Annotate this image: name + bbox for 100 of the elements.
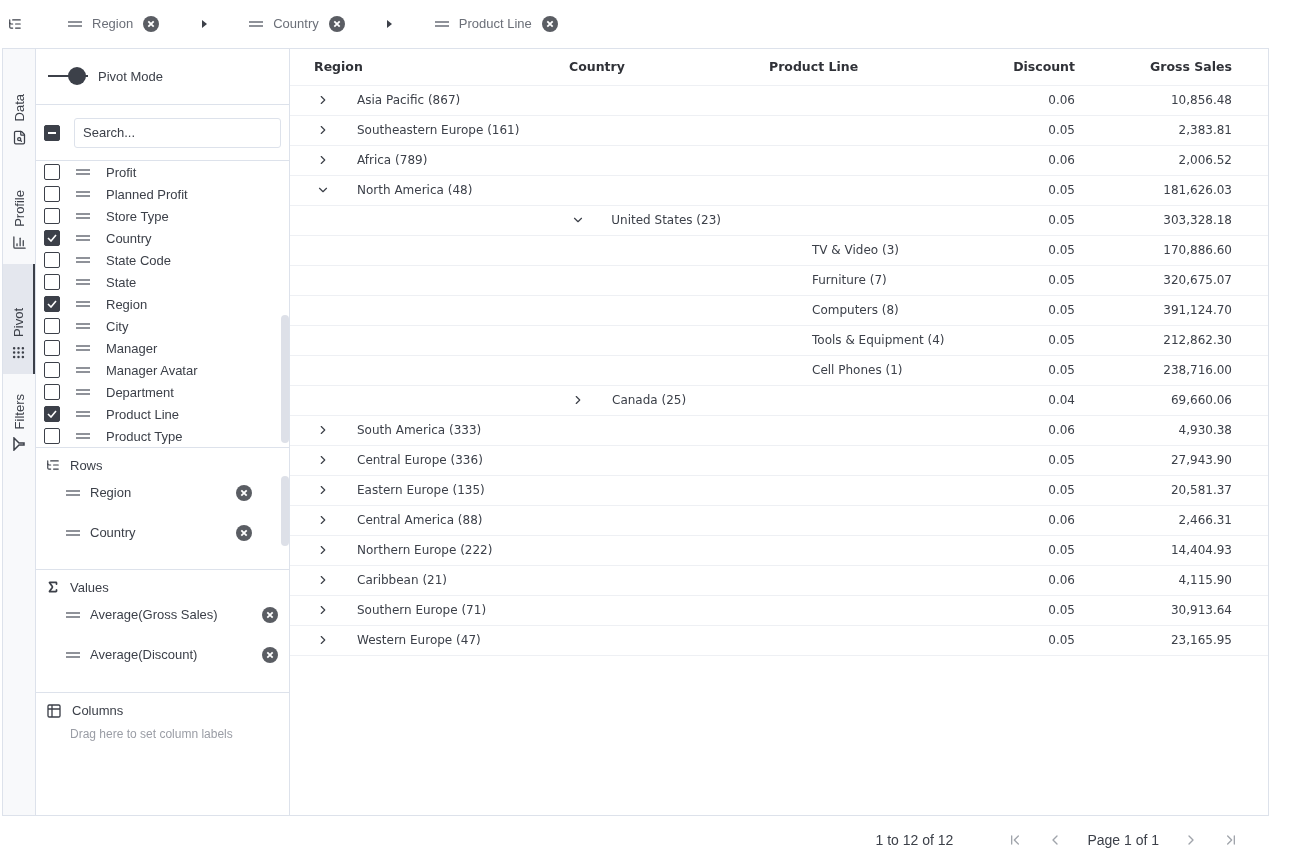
field-checkbox[interactable]	[44, 296, 60, 313]
drag-handle-icon[interactable]	[76, 367, 90, 374]
page-indicator: Page 1 of 1	[1087, 832, 1159, 849]
field-checkbox[interactable]	[44, 186, 60, 203]
group-cell: Asia Pacific (867)	[357, 93, 461, 107]
group-cell: South America (333)	[357, 423, 482, 437]
field-label: Region	[106, 296, 148, 312]
field-label: Department	[106, 384, 174, 400]
group-cell: Northern Europe (222)	[357, 543, 493, 557]
table-cell: 4,115.90	[1178, 573, 1232, 587]
search-document-icon	[11, 129, 27, 145]
field-label: Product Line	[106, 406, 179, 422]
table-cell: 170,886.60	[1163, 243, 1232, 257]
field-checkbox[interactable]	[44, 230, 60, 247]
zone-title: Values	[70, 579, 109, 595]
field-label: Manager	[106, 340, 158, 356]
table-cell: 0.05	[1048, 483, 1075, 497]
scrollbar[interactable]	[281, 475, 289, 546]
drag-handle-icon[interactable]	[68, 20, 82, 27]
drag-handle-icon[interactable]	[76, 279, 90, 286]
zone-title: Columns	[72, 703, 124, 719]
remove-icon[interactable]	[328, 15, 345, 32]
column-header[interactable]: Discount	[949, 59, 1099, 74]
check-icon	[47, 300, 57, 309]
table-cell: 0.05	[1048, 363, 1075, 377]
group-cell: Africa (789)	[357, 153, 428, 167]
table-cell: 320,675.07	[1163, 273, 1232, 287]
remove-icon[interactable]	[236, 524, 252, 541]
remove-icon[interactable]	[262, 606, 278, 623]
drag-handle-icon[interactable]	[76, 169, 90, 176]
scrollbar[interactable]	[281, 315, 289, 444]
field-checkbox[interactable]	[44, 274, 60, 291]
field-label: State	[106, 274, 137, 290]
drag-handle-icon[interactable]	[76, 213, 90, 220]
table-cell: 0.04	[1048, 393, 1075, 407]
drag-handle-icon[interactable]	[434, 20, 449, 27]
table-cell: 0.06	[1048, 573, 1075, 587]
side-tab[interactable]: Pivot	[3, 263, 35, 374]
pivot-mode-toggle[interactable]	[48, 67, 88, 86]
group-cell: Computers (8)	[812, 303, 899, 317]
bar-chart-icon	[11, 234, 27, 250]
table-cell: 10,856.48	[1170, 93, 1232, 107]
table-cell: 0.06	[1048, 153, 1075, 167]
drop-hint: Drag here to set column labels	[69, 726, 234, 741]
field-checkbox[interactable]	[44, 428, 60, 445]
drag-handle-icon[interactable]	[76, 235, 90, 242]
drag-handle-icon[interactable]	[76, 301, 90, 308]
column-header[interactable]: Region	[290, 59, 545, 74]
field-checkbox[interactable]	[44, 318, 60, 335]
table-cell: 303,328.18	[1163, 213, 1232, 227]
group-cell: Southeastern Europe (161)	[357, 123, 520, 137]
column-header[interactable]: Country	[545, 59, 745, 74]
side-tab[interactable]: Profile	[3, 158, 35, 264]
field-checkbox[interactable]	[44, 252, 60, 269]
field-label: Profit	[106, 164, 137, 180]
remove-icon[interactable]	[143, 15, 160, 32]
table-cell: 0.05	[1048, 243, 1075, 257]
search-field[interactable]: Search...	[74, 117, 281, 148]
group-cell: Furniture (7)	[812, 273, 887, 287]
field-label: Product Type	[106, 428, 183, 444]
field-checkbox[interactable]	[44, 362, 60, 379]
table-cell: 30,913.64	[1170, 603, 1232, 617]
table-icon	[46, 702, 62, 719]
drag-handle-icon[interactable]	[66, 651, 80, 658]
select-all-checkbox[interactable]	[44, 124, 60, 141]
drag-handle-icon[interactable]	[76, 433, 90, 440]
field-checkbox[interactable]	[44, 406, 60, 423]
drag-handle-icon[interactable]	[76, 411, 90, 418]
field-label: Country	[106, 230, 152, 246]
drag-handle-icon[interactable]	[76, 323, 90, 330]
table-cell: 0.05	[1048, 123, 1075, 137]
grid-dots-icon	[10, 344, 26, 360]
field-checkbox[interactable]	[44, 164, 60, 181]
column-header[interactable]: Product Line	[745, 59, 949, 74]
table-cell: 0.05	[1048, 453, 1075, 467]
field-checkbox[interactable]	[44, 208, 60, 225]
caret-icon	[201, 19, 207, 28]
drag-handle-icon[interactable]	[66, 489, 80, 496]
drag-handle-icon[interactable]	[66, 529, 80, 536]
group-chip-label: Country	[273, 16, 319, 32]
drag-handle-icon[interactable]	[249, 20, 264, 27]
drag-handle-icon[interactable]	[66, 611, 80, 618]
remove-icon[interactable]	[262, 646, 278, 663]
column-header[interactable]: Gross Sales	[1099, 59, 1256, 74]
table-cell: 14,404.93	[1170, 543, 1232, 557]
remove-icon[interactable]	[541, 15, 558, 32]
side-tab[interactable]: Data	[3, 48, 35, 159]
drag-handle-icon[interactable]	[76, 257, 90, 264]
field-checkbox[interactable]	[44, 384, 60, 401]
drag-handle-icon[interactable]	[76, 345, 90, 352]
table-cell: 0.05	[1048, 543, 1075, 557]
drag-handle-icon[interactable]	[76, 191, 90, 198]
side-tab[interactable]: Filters	[3, 373, 35, 464]
group-cell: Southern Europe (71)	[357, 603, 487, 617]
table-cell: 0.05	[1048, 333, 1075, 347]
drag-handle-icon[interactable]	[76, 389, 90, 396]
table-cell: 0.05	[1048, 303, 1075, 317]
table-cell: 0.06	[1048, 423, 1075, 437]
remove-icon[interactable]	[236, 484, 252, 501]
field-checkbox[interactable]	[44, 340, 60, 357]
